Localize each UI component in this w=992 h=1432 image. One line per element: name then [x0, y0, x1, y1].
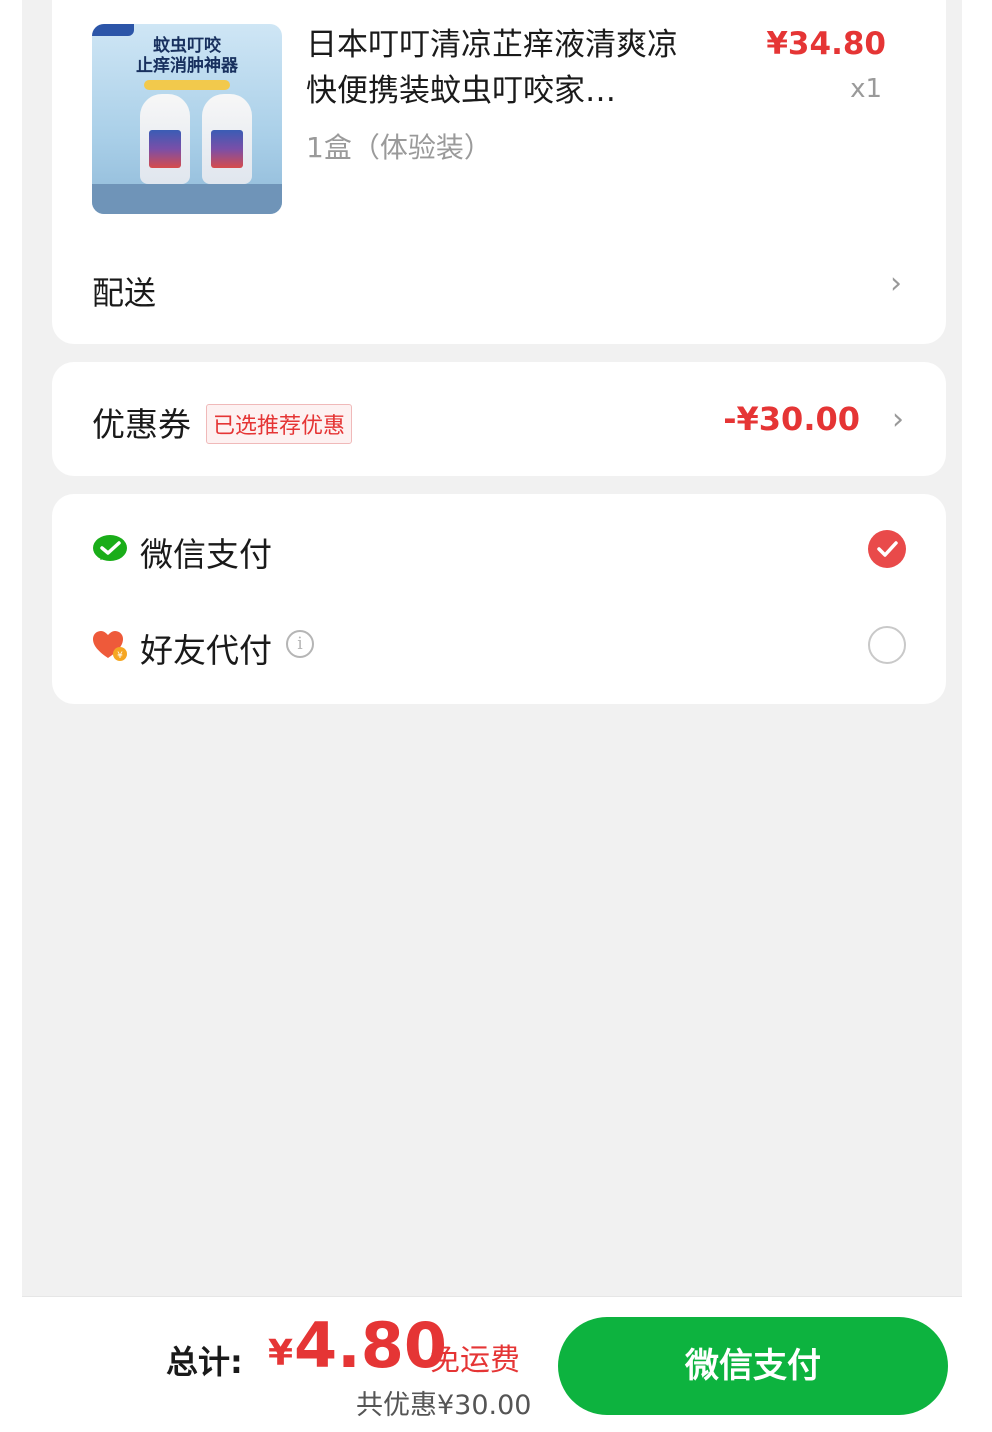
chevron-right-icon[interactable]: › [892, 402, 904, 437]
bottle-image [140, 94, 190, 184]
bottle-image [202, 94, 252, 184]
product-title[interactable]: 日本叮叮清凉芷痒液清爽凉快便携装蚊虫叮咬家… [306, 22, 706, 114]
payment-option-friend-pay[interactable]: ¥ 好友代付 i [92, 612, 906, 682]
coupon-row[interactable]: 优惠券 已选推荐优惠 -¥30.00 › [52, 362, 946, 476]
svg-text:¥: ¥ [117, 651, 123, 661]
shipping-note: 免运费 [430, 1343, 520, 1378]
payment-option-label: 微信支付 [140, 535, 272, 574]
product-thumbnail[interactable]: 蚊虫叮咬 止痒消肿神器 [92, 24, 282, 214]
wechat-pay-icon [92, 534, 128, 564]
product-price: ¥34.80 [766, 26, 886, 62]
friend-pay-heart-icon: ¥ [92, 630, 128, 661]
coupon-discount-amount: -¥30.00 [723, 400, 860, 438]
payment-option-wechat[interactable]: 微信支付 [92, 516, 906, 586]
product-quantity: x1 [850, 74, 882, 104]
coupon-badge: 已选推荐优惠 [206, 404, 353, 444]
total-label: 总计: [166, 1343, 243, 1381]
checkout-bar: 总计: ¥ 4.80 免运费 共优惠¥30.00 微信支付 [22, 1296, 962, 1432]
payment-methods-card: 微信支付 ¥ 好友代付 i [52, 494, 946, 704]
total-amount: 4.80 [294, 1309, 447, 1382]
total-currency: ¥ [268, 1333, 294, 1374]
chevron-right-icon[interactable]: › [890, 266, 902, 301]
delivery-row-label[interactable]: 配送 [92, 268, 156, 314]
radio-unselected-icon[interactable] [868, 626, 906, 664]
checkout-screen: 蚊虫叮咬 止痒消肿神器 日本叮叮清凉芷痒液清爽凉快便携装蚊虫叮咬家… 1盒（体验… [22, 0, 962, 1432]
product-spec: 1盒（体验装） [306, 131, 492, 164]
payment-option-label: 好友代付 [140, 631, 272, 670]
order-item-card: 蚊虫叮咬 止痒消肿神器 日本叮叮清凉芷痒液清爽凉快便携装蚊虫叮咬家… 1盒（体验… [52, 0, 946, 344]
thumbnail-band [144, 80, 230, 90]
wechat-pay-button[interactable]: 微信支付 [558, 1317, 948, 1415]
radio-selected-icon[interactable] [868, 530, 906, 568]
thumbnail-headline: 蚊虫叮咬 止痒消肿神器 [136, 36, 238, 76]
coupon-label: 优惠券 [92, 405, 191, 444]
info-icon[interactable]: i [286, 630, 314, 658]
thumbnail-tag [92, 24, 134, 36]
total-saved: 共优惠¥30.00 [356, 1390, 532, 1421]
thumbnail-base [92, 184, 282, 214]
